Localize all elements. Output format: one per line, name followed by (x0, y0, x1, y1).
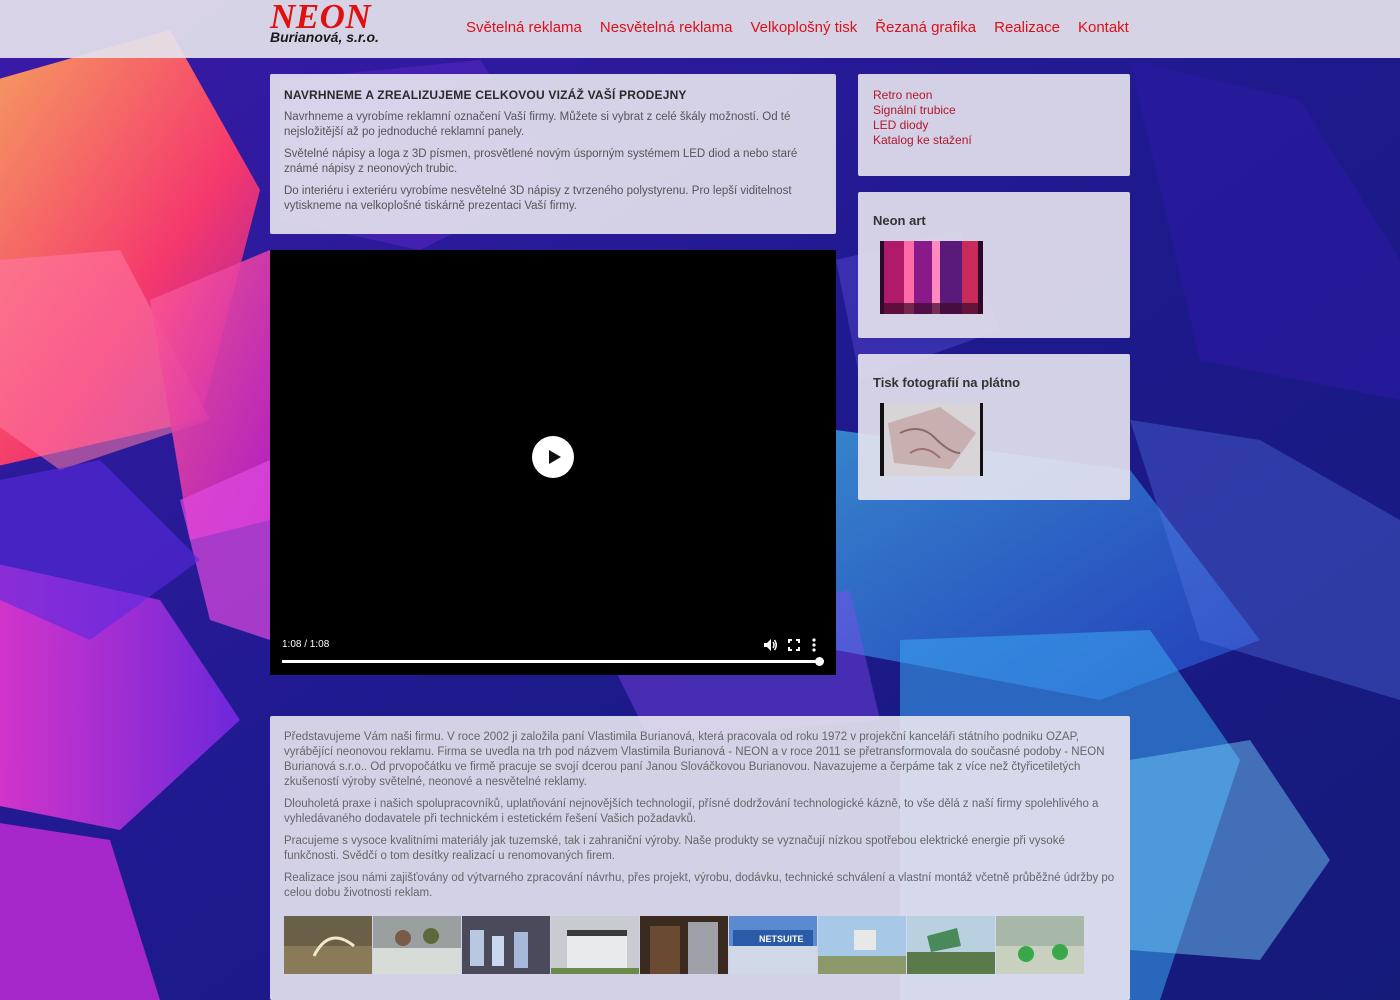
video-progress-handle[interactable] (815, 657, 824, 666)
video-time: 1:08 / 1:08 (282, 639, 330, 650)
play-button[interactable] (532, 436, 574, 478)
gallery-image[interactable] (551, 916, 639, 974)
logo-company-name: Burianová, s.r.o. (270, 29, 379, 45)
intro-paragraph: Světelné nápisy a loga z 3D písmen, pros… (284, 148, 798, 175)
video-player[interactable]: 1:08 / 1:08 (270, 250, 836, 675)
nav-item-rezana-grafika[interactable]: Řezaná grafika (866, 18, 985, 38)
gallery-image[interactable] (373, 916, 461, 974)
gallery-image[interactable] (462, 916, 550, 974)
about-paragraph: Realizace jsou námi zajišťovány od výtva… (284, 872, 1115, 899)
gallery-image[interactable] (640, 916, 728, 974)
gallery-image[interactable] (284, 916, 372, 974)
sidebar-link-katalog[interactable]: Katalog ke stažení (873, 133, 1115, 148)
sidebar-link-led-diody[interactable]: LED diody (873, 118, 1115, 133)
about-paragraph: Představujeme Vám naši firmu. V roce 200… (284, 731, 1105, 788)
nav-item-realizace[interactable]: Realizace (985, 18, 1069, 38)
canvas-print-card: Tisk fotografií na plátno (858, 354, 1130, 500)
more-options-icon[interactable] (811, 637, 817, 658)
video-progress-bar[interactable] (282, 660, 820, 663)
sidebar-links-card: Retro neon Signální trubice LED diody Ka… (858, 74, 1130, 176)
intro-card: NAVRHNEME A ZREALIZUJEME CELKOVOU VIZÁŽ … (270, 74, 836, 234)
main-nav: Světelná reklama Nesvětelná reklama Velk… (457, 18, 1138, 38)
gallery-image[interactable]: NETSUITE (729, 916, 817, 974)
canvas-print-image[interactable] (880, 403, 983, 476)
volume-icon[interactable] (762, 637, 778, 658)
intro-paragraph: Do interiéru i exteriéru vyrobíme nesvět… (284, 185, 792, 212)
about-paragraph: Pracujeme s vysoce kvalitními materiály … (284, 835, 1065, 862)
logo[interactable]: NEON Burianová, s.r.o. (270, 0, 379, 44)
gallery-image[interactable] (996, 916, 1084, 974)
about-card: Představujeme Vám naši firmu. V roce 200… (270, 716, 1130, 1000)
neon-art-image[interactable] (880, 241, 983, 314)
canvas-print-title: Tisk fotografií na plátno (873, 375, 1021, 390)
fullscreen-icon[interactable] (787, 637, 801, 658)
neon-art-title: Neon art (873, 213, 926, 228)
gallery-image[interactable] (818, 916, 906, 974)
about-paragraph: Dlouholetá praxe i našich spolupracovník… (284, 798, 1099, 825)
neon-art-card: Neon art (858, 192, 1130, 338)
play-icon (549, 450, 561, 464)
nav-item-nesvetelna-reklama[interactable]: Nesvětelná reklama (591, 18, 742, 38)
sidebar-link-retro-neon[interactable]: Retro neon (873, 88, 1115, 103)
gallery-image[interactable] (907, 916, 995, 974)
realizace-gallery: NETSUITE (284, 916, 1116, 974)
intro-title: NAVRHNEME A ZREALIZUJEME CELKOVOU VIZÁŽ … (284, 88, 687, 102)
intro-paragraph: Navrhneme a vyrobíme reklamní označení V… (284, 111, 791, 138)
sidebar-link-signalni-trubice[interactable]: Signální trubice (873, 103, 1115, 118)
nav-item-kontakt[interactable]: Kontakt (1069, 18, 1138, 38)
nav-item-svetelna-reklama[interactable]: Světelná reklama (457, 18, 591, 38)
gallery-sign-text: NETSUITE (759, 934, 804, 944)
site-header: NEON Burianová, s.r.o. Světelná reklama … (0, 0, 1400, 58)
nav-item-velkoplosny-tisk[interactable]: Velkoplošný tisk (741, 18, 866, 38)
